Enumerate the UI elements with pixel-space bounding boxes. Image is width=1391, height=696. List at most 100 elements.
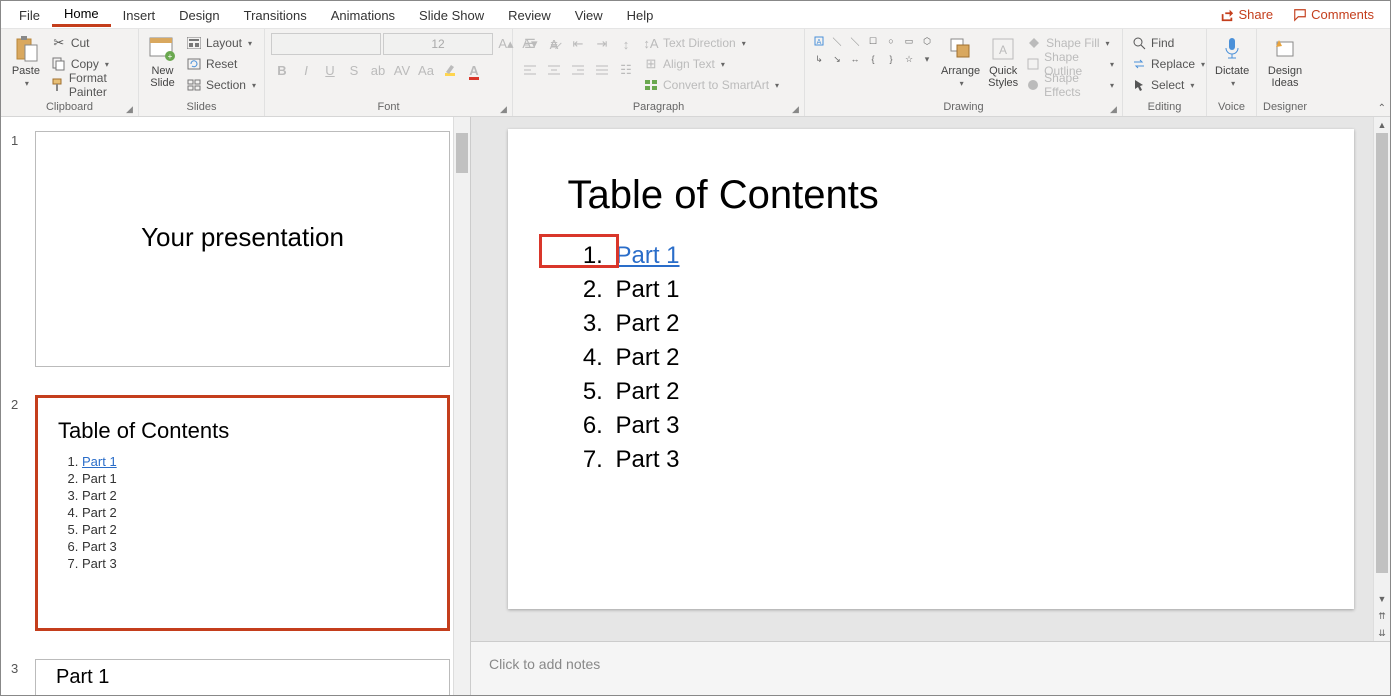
select-button[interactable]: Select▾: [1129, 75, 1207, 95]
paragraph-dialog-launcher[interactable]: ◢: [792, 104, 802, 114]
thumbnail-row[interactable]: 1Your presentation: [1, 117, 470, 381]
section-button[interactable]: Section▾: [184, 75, 258, 95]
arrange-button[interactable]: Arrange▾: [939, 33, 982, 90]
notes-pane[interactable]: Click to add notes: [471, 641, 1390, 695]
thumbnail-slide[interactable]: Your presentation: [35, 131, 450, 367]
group-slides: + New Slide Layout▾ Reset: [139, 29, 265, 116]
section-icon: [186, 77, 202, 93]
drawing-dialog-launcher[interactable]: ◢: [1110, 104, 1120, 114]
tab-home[interactable]: Home: [52, 2, 111, 27]
clipboard-dialog-launcher[interactable]: ◢: [126, 104, 136, 114]
justify-button[interactable]: [591, 59, 613, 81]
quick-styles-button[interactable]: A Quick Styles: [986, 33, 1020, 89]
next-slide-button[interactable]: ⇊: [1374, 625, 1390, 641]
share-label: Share: [1238, 7, 1273, 22]
tab-file[interactable]: File: [7, 4, 52, 26]
cut-button[interactable]: ✂ Cut: [49, 33, 132, 53]
underline-button[interactable]: U: [319, 59, 341, 81]
thumbnail-slide[interactable]: Part 1: [35, 659, 450, 695]
convert-smartart-button[interactable]: Convert to SmartArt▾: [641, 75, 781, 95]
font-color-button[interactable]: A: [463, 59, 485, 81]
group-voice: Dictate▾ Voice: [1207, 29, 1257, 116]
thumbnail-row[interactable]: 2Table of ContentsPart 1Part 1Part 2Part…: [1, 381, 470, 645]
slide-list-item[interactable]: Part 2: [610, 344, 1294, 372]
scrollbar-handle[interactable]: [456, 133, 468, 173]
reset-button[interactable]: Reset: [184, 54, 258, 74]
scroll-handle[interactable]: [1376, 133, 1388, 573]
tab-help[interactable]: Help: [615, 4, 666, 26]
tab-review[interactable]: Review: [496, 4, 563, 26]
slide-canvas[interactable]: Table of Contents Part 1Part 1Part 2Part…: [471, 117, 1390, 641]
format-painter-button[interactable]: Format Painter: [49, 75, 132, 95]
align-left-button[interactable]: [519, 59, 541, 81]
layout-label: Layout: [206, 36, 242, 50]
cut-icon: ✂: [51, 35, 67, 51]
decrease-indent-button[interactable]: ⇤: [567, 33, 589, 55]
thumbnail-row[interactable]: 3Part 1: [1, 645, 470, 695]
comments-label: Comments: [1311, 7, 1374, 22]
find-button[interactable]: Find: [1129, 33, 1207, 53]
increase-indent-button[interactable]: ⇥: [591, 33, 613, 55]
align-right-button[interactable]: [567, 59, 589, 81]
tab-design[interactable]: Design: [167, 4, 231, 26]
slide-list-item[interactable]: Part 3: [610, 412, 1294, 440]
layout-button[interactable]: Layout▾: [184, 33, 258, 53]
share-button[interactable]: Share: [1210, 3, 1283, 26]
shape-effects-button[interactable]: Shape Effects▾: [1024, 75, 1116, 95]
change-case-button[interactable]: Aa: [415, 59, 437, 81]
scroll-up-button[interactable]: ▲: [1374, 117, 1390, 133]
thumbnail-panel[interactable]: 1Your presentation2Table of ContentsPart…: [1, 117, 471, 695]
replace-button[interactable]: Replace▾: [1129, 54, 1207, 74]
slide[interactable]: Table of Contents Part 1Part 1Part 2Part…: [508, 129, 1354, 609]
tab-animations[interactable]: Animations: [319, 4, 407, 26]
hyperlink[interactable]: Part 1: [616, 242, 680, 269]
text-direction-button[interactable]: ↕A Text Direction▾: [641, 33, 781, 53]
paste-icon: [12, 35, 40, 63]
strikethrough-button[interactable]: S: [343, 59, 365, 81]
design-ideas-button[interactable]: Design Ideas: [1263, 33, 1307, 89]
quick-styles-icon: A: [989, 35, 1017, 63]
tab-view[interactable]: View: [563, 4, 615, 26]
char-spacing-button[interactable]: AV: [391, 59, 413, 81]
tab-slideshow[interactable]: Slide Show: [407, 4, 496, 26]
replace-label: Replace: [1151, 57, 1195, 71]
tab-transitions[interactable]: Transitions: [232, 4, 319, 26]
bold-button[interactable]: B: [271, 59, 293, 81]
slide-list-item[interactable]: Part 3: [610, 446, 1294, 474]
italic-button[interactable]: I: [295, 59, 317, 81]
thumbnail-slide[interactable]: Table of ContentsPart 1Part 1Part 2Part …: [35, 395, 450, 631]
slide-vertical-scrollbar[interactable]: ▲ ▼ ⇈ ⇊: [1373, 117, 1390, 641]
line-spacing-button[interactable]: ↕: [615, 33, 637, 55]
find-label: Find: [1151, 36, 1174, 50]
comments-button[interactable]: Comments: [1283, 3, 1384, 26]
find-icon: [1131, 35, 1147, 51]
layout-icon: [186, 35, 202, 51]
slide-content-list[interactable]: Part 1 Part 1 Part 2 Part 2 Part 2 Part 3 Part…: [568, 242, 1294, 474]
bullets-button[interactable]: ☰: [519, 33, 541, 55]
font-size-input[interactable]: [383, 33, 493, 55]
paste-button[interactable]: Paste▾: [7, 33, 45, 90]
dictate-button[interactable]: Dictate▾: [1213, 33, 1251, 90]
align-center-button[interactable]: [543, 59, 565, 81]
align-text-button[interactable]: ⊞ Align Text▾: [641, 54, 781, 74]
slide-list-item[interactable]: Part 1: [610, 276, 1294, 304]
slide-list-item[interactable]: Part 2: [610, 310, 1294, 338]
thumbnail-scrollbar[interactable]: [453, 117, 470, 695]
highlight-button[interactable]: [439, 59, 461, 81]
shape-gallery[interactable]: A ＼ ＼ ☐ ○ ▭ ⬡ ↳ ↘ ↔ { } ☆ ▾: [811, 33, 935, 67]
prev-slide-button[interactable]: ⇈: [1374, 608, 1390, 624]
new-slide-button[interactable]: + New Slide: [145, 33, 180, 89]
columns-button[interactable]: ☷: [615, 59, 637, 81]
new-slide-icon: +: [148, 35, 176, 63]
numbering-button[interactable]: ≡: [543, 33, 565, 55]
collapse-ribbon-button[interactable]: ⌃: [1378, 103, 1386, 114]
tab-insert[interactable]: Insert: [111, 4, 168, 26]
scroll-down-button[interactable]: ▼: [1374, 591, 1390, 607]
slide-list-item[interactable]: Part 2: [610, 378, 1294, 406]
select-icon: [1131, 77, 1147, 93]
font-dialog-launcher[interactable]: ◢: [500, 104, 510, 114]
slide-title[interactable]: Table of Contents: [568, 173, 1294, 218]
shadow-button[interactable]: ab: [367, 59, 389, 81]
slide-list-item[interactable]: Part 1: [610, 242, 1294, 270]
font-name-input[interactable]: [271, 33, 381, 55]
